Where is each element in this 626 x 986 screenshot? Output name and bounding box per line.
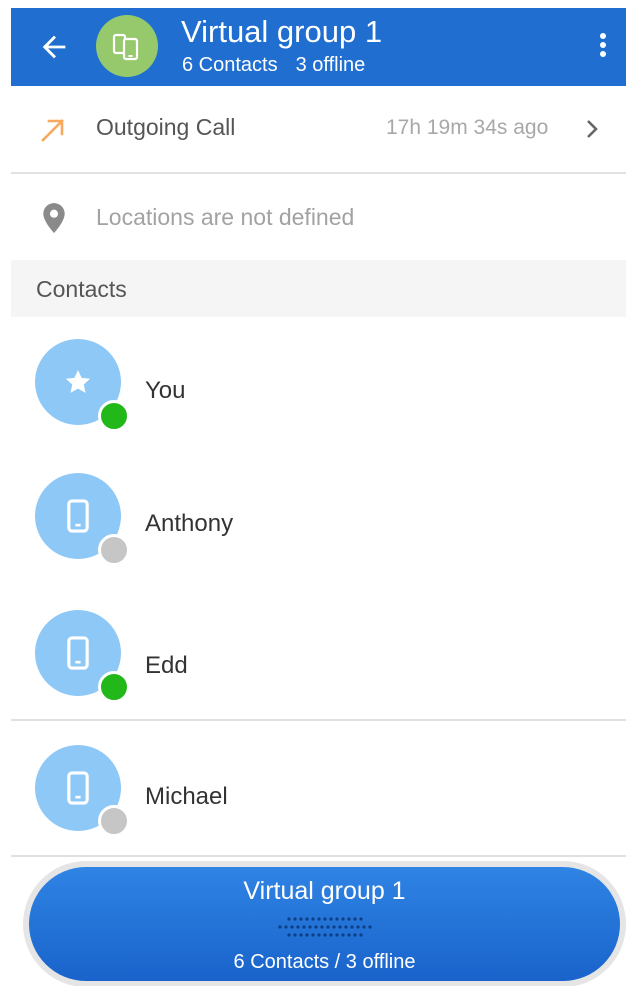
contact-item-anthony[interactable]: Anthony bbox=[11, 451, 626, 587]
contacts-section-header: Contacts bbox=[11, 260, 626, 317]
online-status-dot bbox=[98, 400, 130, 432]
location-label: Locations are not defined bbox=[96, 204, 355, 230]
last-call-row[interactable]: Outgoing Call 17h 19m 34s ago bbox=[11, 86, 626, 174]
app-header: Virtual group 1 6 Contacts 3 offline bbox=[11, 8, 626, 86]
contact-item-you[interactable]: You bbox=[11, 317, 626, 453]
group-title: Virtual group 1 bbox=[181, 14, 383, 49]
more-vertical-icon bbox=[600, 33, 606, 57]
offline-status-dot bbox=[98, 805, 130, 837]
more-menu-button[interactable] bbox=[591, 28, 615, 64]
contact-name: Michael bbox=[145, 783, 228, 810]
section-title: Contacts bbox=[36, 276, 127, 302]
app-screen: Virtual group 1 6 Contacts 3 offline Outg… bbox=[11, 8, 626, 986]
phone-device-icon bbox=[67, 636, 89, 670]
chevron-right-icon bbox=[587, 120, 598, 138]
online-status-dot bbox=[98, 671, 130, 703]
contact-name: Edd bbox=[145, 652, 188, 679]
phone-device-icon bbox=[67, 771, 89, 805]
contact-name: You bbox=[145, 377, 186, 404]
group-avatar[interactable] bbox=[96, 15, 158, 77]
outgoing-call-arrow-icon bbox=[41, 119, 64, 142]
star-icon bbox=[65, 370, 91, 393]
call-type-label: Outgoing Call bbox=[96, 114, 236, 140]
back-button[interactable] bbox=[37, 30, 71, 64]
contact-item-edd[interactable]: Edd bbox=[11, 585, 626, 721]
call-time-ago: 17h 19m 34s ago bbox=[386, 116, 549, 139]
devices-icon bbox=[112, 33, 139, 61]
bar-title: Virtual group 1 bbox=[243, 877, 406, 905]
offline-count: 3 offline bbox=[295, 54, 366, 76]
group-subtitle: 6 Contacts 3 offline bbox=[182, 53, 383, 77]
phone-device-icon bbox=[67, 499, 89, 533]
bar-subtitle: 6 Contacts / 3 offline bbox=[233, 951, 416, 973]
offline-status-dot bbox=[98, 534, 130, 566]
contact-item-michael[interactable]: Michael bbox=[11, 721, 626, 857]
arrow-left-icon bbox=[42, 35, 66, 59]
contact-name: Anthony bbox=[145, 510, 234, 537]
contacts-count: 6 Contacts bbox=[182, 54, 278, 76]
location-row[interactable]: Locations are not defined bbox=[11, 174, 626, 260]
group-call-bar[interactable]: Virtual group 1 6 Contacts / 3 offline bbox=[29, 867, 620, 981]
drag-handle-icon[interactable] bbox=[277, 916, 373, 938]
location-pin-icon bbox=[43, 203, 65, 233]
